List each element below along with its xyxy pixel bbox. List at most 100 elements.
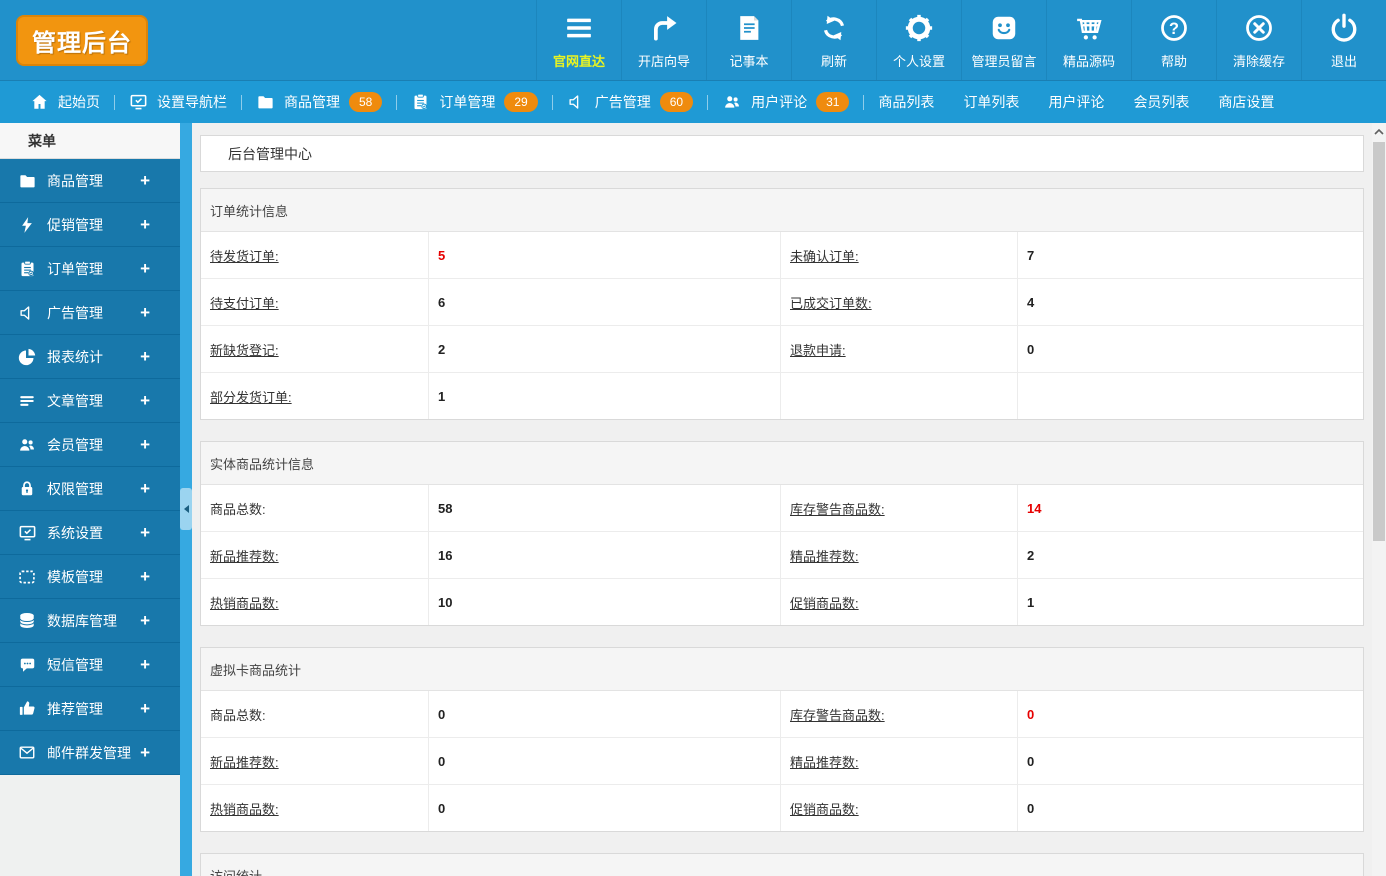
sidebar-collapse-handle[interactable]: [180, 488, 192, 530]
nav-item-goods-management[interactable]: 商品管理 58: [256, 92, 383, 112]
stat-label[interactable]: 新缺货登记:: [201, 326, 429, 372]
nav-item-order-management[interactable]: 订单管理 29: [411, 92, 538, 112]
stat-label[interactable]: 已成交订单数:: [781, 279, 1018, 325]
top-toolbar: 官网直达 开店向导 记事本 刷新 个人设置 管理员留言 精品源码? 帮助 清除缓存 退出: [536, 0, 1386, 80]
nav-link-shop-settings[interactable]: 商店设置: [1218, 92, 1274, 112]
stat-value: 6: [429, 279, 781, 325]
stat-label[interactable]: 退款申请:: [781, 326, 1018, 372]
mail-icon: [16, 744, 38, 761]
stat-label[interactable]: 待发货订单:: [201, 232, 429, 278]
sidebar-item-sms[interactable]: 短信管理 +: [0, 643, 180, 687]
nav-link-order-list[interactable]: 订单列表: [963, 92, 1019, 112]
expand-plus-icon[interactable]: +: [140, 347, 150, 367]
stat-label-link[interactable]: 促销商品数:: [790, 593, 859, 612]
scrollbar-up-arrow[interactable]: [1372, 123, 1386, 140]
stat-label[interactable]: 精品推荐数:: [781, 738, 1018, 784]
stat-label-link[interactable]: 热销商品数:: [210, 799, 279, 818]
stat-label-link[interactable]: 库存警告商品数:: [790, 705, 885, 724]
sidebar-item-system[interactable]: 系统设置 +: [0, 511, 180, 555]
main-content: 后台管理中心 订单统计信息 待发货订单: 5 未确认订单: 7 待支付订单: 6 已成交订单数…: [192, 123, 1372, 876]
sidebar-item-ads[interactable]: 广告管理 +: [0, 291, 180, 335]
expand-plus-icon[interactable]: +: [140, 435, 150, 455]
nav-item-nav-settings[interactable]: 设置导航栏: [129, 92, 227, 112]
nav-link-user-comments-link[interactable]: 用户评论: [1048, 92, 1104, 112]
sidebar-item-mail[interactable]: 邮件群发管理 +: [0, 731, 180, 775]
toolbar-item-refresh[interactable]: 刷新: [791, 0, 876, 80]
expand-plus-icon[interactable]: +: [140, 743, 150, 763]
toolbar-item-notepad[interactable]: 记事本: [706, 0, 791, 80]
expand-plus-icon[interactable]: +: [140, 391, 150, 411]
toolbar-item-official-site[interactable]: 官网直达: [536, 0, 621, 80]
expand-plus-icon[interactable]: +: [140, 567, 150, 587]
stat-label[interactable]: 库存警告商品数:: [781, 691, 1018, 737]
stat-label-link[interactable]: 新品推荐数:: [210, 546, 279, 565]
expand-plus-icon[interactable]: +: [140, 699, 150, 719]
sidebar-item-orders[interactable]: 订单管理 +: [0, 247, 180, 291]
sidebar-item-goods[interactable]: 商品管理 +: [0, 159, 180, 203]
sidebar-item-reports[interactable]: 报表统计 +: [0, 335, 180, 379]
stat-label-link[interactable]: 待发货订单:: [210, 246, 279, 265]
stat-label-link[interactable]: 待支付订单:: [210, 293, 279, 312]
stat-label[interactable]: 库存警告商品数:: [781, 485, 1018, 531]
stat-label[interactable]: 促销商品数:: [781, 785, 1018, 831]
nav-link-member-list[interactable]: 会员列表: [1133, 92, 1189, 112]
stat-label[interactable]: 促销商品数:: [781, 579, 1018, 625]
chevron-left-icon: [183, 505, 189, 513]
stat-label[interactable]: 未确认订单:: [781, 232, 1018, 278]
stat-label-link[interactable]: 部分发货订单:: [210, 387, 292, 406]
expand-plus-icon[interactable]: +: [140, 479, 150, 499]
sidebar-item-recommend[interactable]: 推荐管理 +: [0, 687, 180, 731]
toolbar-item-premium-source[interactable]: 精品源码: [1046, 0, 1131, 80]
sidebar-item-promotion[interactable]: 促销管理 +: [0, 203, 180, 247]
toolbar-item-personal-settings[interactable]: 个人设置: [876, 0, 961, 80]
sidebar-item-permissions[interactable]: 权限管理 +: [0, 467, 180, 511]
stat-label[interactable]: 新品推荐数:: [201, 532, 429, 578]
sidebar-item-label: 广告管理: [47, 304, 103, 321]
stat-label-link[interactable]: 新品推荐数:: [210, 752, 279, 771]
sidebar-item-articles[interactable]: 文章管理 +: [0, 379, 180, 423]
app-logo[interactable]: 管理后台: [16, 14, 148, 66]
sidebar-item-templates[interactable]: 模板管理 +: [0, 555, 180, 599]
stat-label-link[interactable]: 促销商品数:: [790, 799, 859, 818]
sidebar-item-members[interactable]: 会员管理 +: [0, 423, 180, 467]
stat-label[interactable]: 新品推荐数:: [201, 738, 429, 784]
expand-plus-icon[interactable]: +: [140, 655, 150, 675]
nav-item-home[interactable]: 起始页: [30, 92, 100, 112]
svg-text:?: ?: [1169, 20, 1179, 38]
nav-item-ad-management[interactable]: 广告管理 60: [567, 92, 694, 112]
expand-plus-icon[interactable]: +: [140, 171, 150, 191]
stat-label[interactable]: 待支付订单:: [201, 279, 429, 325]
sidebar-item-label: 权限管理: [47, 480, 103, 497]
nav-item-label: 起始页: [58, 94, 100, 110]
expand-plus-icon[interactable]: +: [140, 259, 150, 279]
toolbar-item-clear-cache[interactable]: 清除缓存: [1216, 0, 1301, 80]
scrollbar-thumb[interactable]: [1373, 142, 1385, 541]
nav-link-goods-list[interactable]: 商品列表: [878, 92, 934, 112]
stat-label-link[interactable]: 热销商品数:: [210, 593, 279, 612]
stat-value: 58: [429, 485, 781, 531]
expand-plus-icon[interactable]: +: [140, 523, 150, 543]
stat-label[interactable]: 部分发货订单:: [201, 373, 429, 419]
expand-plus-icon[interactable]: +: [140, 303, 150, 323]
expand-plus-icon[interactable]: +: [140, 611, 150, 631]
stat-label-link[interactable]: 库存警告商品数:: [790, 499, 885, 518]
stat-label-link[interactable]: 精品推荐数:: [790, 752, 859, 771]
stat-label-text: 商品总数:: [210, 707, 266, 723]
stat-label-link[interactable]: 新缺货登记:: [210, 340, 279, 359]
toolbar-item-help[interactable]: ? 帮助: [1131, 0, 1216, 80]
toolbar-item-admin-messages[interactable]: 管理员留言: [961, 0, 1046, 80]
stat-label-link[interactable]: 未确认订单:: [790, 246, 859, 265]
stat-label-link[interactable]: 退款申请:: [790, 340, 846, 359]
toolbar-item-store-wizard[interactable]: 开店向导: [621, 0, 706, 80]
stat-label-link[interactable]: 精品推荐数:: [790, 546, 859, 565]
nav-item-user-comments[interactable]: 用户评论 31: [722, 92, 850, 112]
stat-label-link[interactable]: 已成交订单数:: [790, 293, 872, 312]
stat-label[interactable]: 热销商品数:: [201, 579, 429, 625]
toolbar-item-logout[interactable]: 退出: [1301, 0, 1386, 80]
sidebar-item-database[interactable]: 数据库管理 +: [0, 599, 180, 643]
arrow-turn-right-icon: [648, 10, 680, 46]
stat-label[interactable]: 热销商品数:: [201, 785, 429, 831]
stat-label[interactable]: 精品推荐数:: [781, 532, 1018, 578]
expand-plus-icon[interactable]: +: [140, 215, 150, 235]
stat-row: 部分发货订单: 1: [201, 373, 1363, 419]
